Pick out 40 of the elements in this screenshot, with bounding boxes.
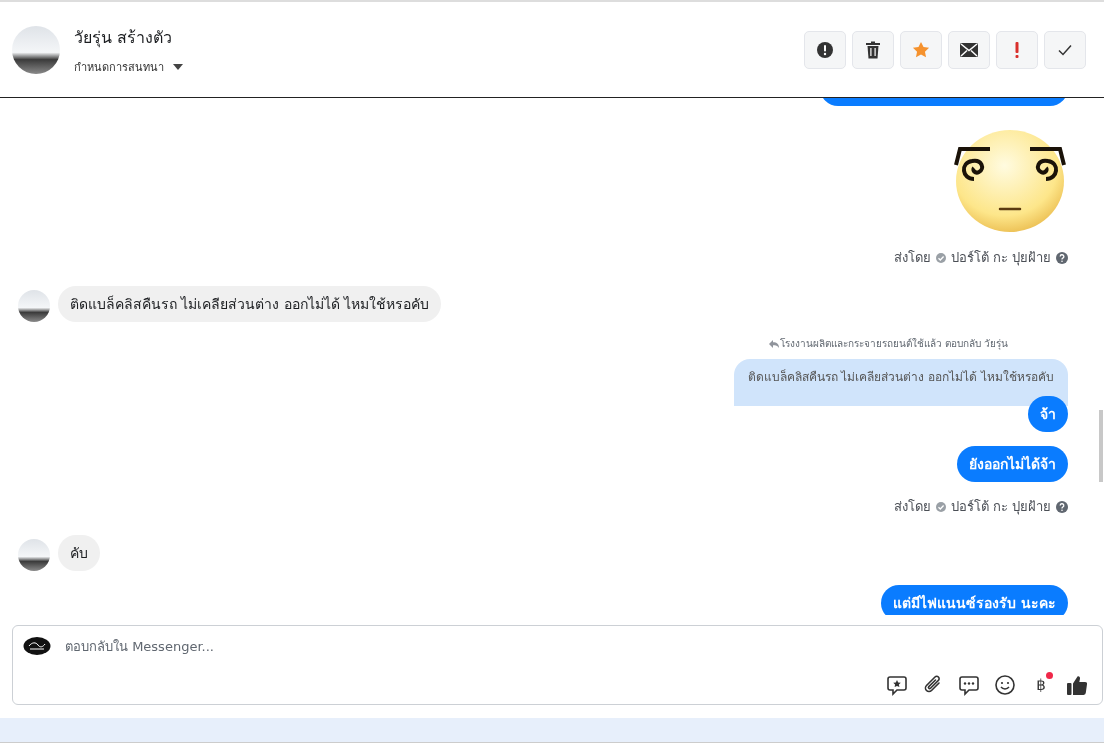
- sent-by-label: ส่งโดย: [893, 498, 931, 516]
- avatar-photo: [18, 290, 50, 322]
- exclamation-circle-icon: [816, 41, 834, 59]
- thumbs-up-icon: [1066, 674, 1088, 696]
- sender-name: ปอร์โต้ กะ ปุยฝ้าย: [950, 249, 1051, 268]
- message-bubble: แต่มีไฟแนนซ์รองรับ นะคะ: [881, 585, 1068, 615]
- message-bubble: ติดแบล็คลิสคืนรถ ไม่เคลียส่วนต่าง ออกไม่ได้ ไหมใช้หรอคับ: [58, 286, 442, 322]
- payment-button[interactable]: ฿: [1028, 672, 1054, 698]
- conversation-settings-dropdown[interactable]: กำหนดการสนทนา: [74, 57, 184, 76]
- help-icon[interactable]: [1056, 500, 1068, 513]
- help-icon[interactable]: [1056, 251, 1068, 264]
- checkmark-icon: [1058, 44, 1072, 56]
- scrollbar-thumb[interactable]: [1099, 410, 1103, 482]
- delete-button[interactable]: [852, 31, 894, 69]
- verified-icon: [935, 501, 946, 512]
- speech-bubble-dots-icon: [958, 674, 980, 696]
- report-button[interactable]: [804, 31, 846, 69]
- reply-arrow-icon: [768, 339, 779, 348]
- star-button[interactable]: [900, 31, 942, 69]
- message-bubble: คับ: [58, 535, 100, 571]
- emoji-button[interactable]: [992, 672, 1018, 698]
- smiley-icon: [994, 674, 1016, 696]
- trash-icon: [865, 41, 881, 59]
- speech-bubble-star-icon: [886, 674, 908, 696]
- avatar-photo: [12, 26, 60, 74]
- avatar-photo: [18, 539, 50, 571]
- page-logo-icon: [23, 636, 51, 656]
- quoted-message: ติดแบล็คลิสคืนรถ ไม่เคลียส่วนต่าง ออกไม่ได้ ไหมใช้หรอคับ: [733, 359, 1068, 406]
- envelope-icon: [960, 43, 978, 57]
- reply-context-text: โรงงานผลิตและกระจายรถยนต์ใช้แล้ว ตอบกลับ วัยรุ่น: [779, 337, 1008, 351]
- mail-button[interactable]: [948, 31, 990, 69]
- caret-icon: [172, 62, 184, 71]
- sender-name: ปอร์โต้ กะ ปุยฝ้าย: [950, 498, 1051, 517]
- sent-by-label: ส่งโดย: [893, 249, 931, 267]
- verified-icon: [935, 252, 946, 263]
- star-icon: [912, 41, 930, 59]
- exclamation-icon: [1015, 42, 1019, 58]
- contact-name: วัยรุ่น สร้างตัว: [74, 26, 174, 50]
- message-bubble: ยังออกไม่ได้จ้า: [957, 446, 1068, 482]
- message-bubble: จ้า: [1028, 396, 1068, 432]
